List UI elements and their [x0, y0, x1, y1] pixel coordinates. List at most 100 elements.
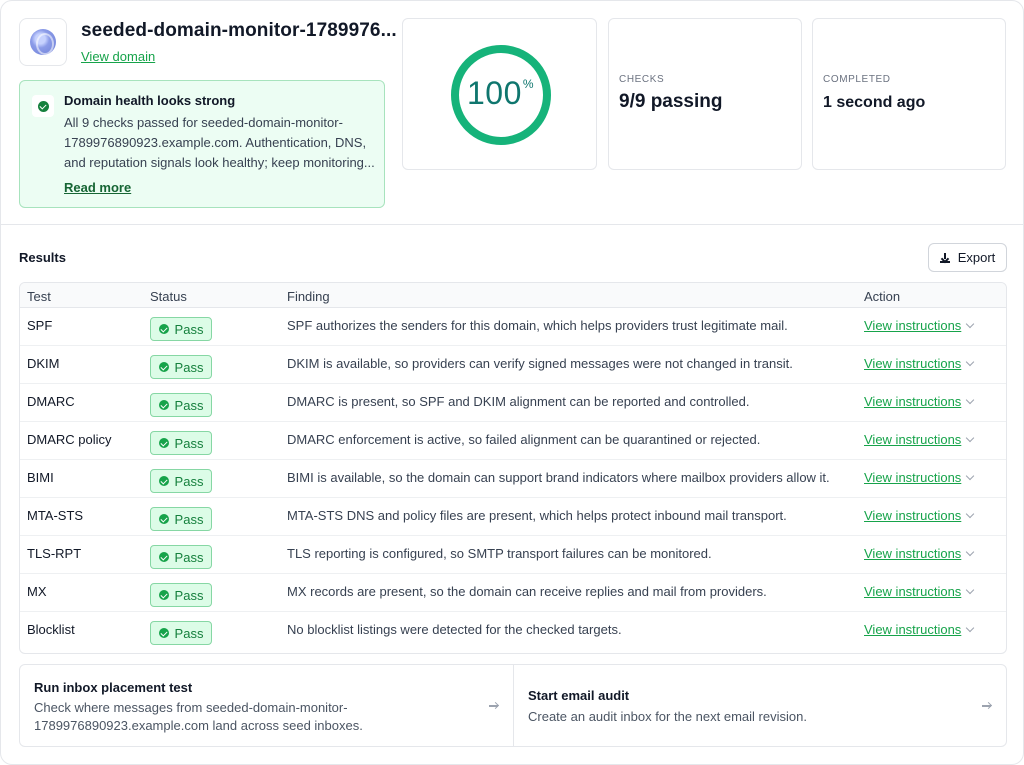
check-circle-icon [158, 362, 169, 372]
score-value: 100% [466, 75, 535, 111]
health-icon-box [32, 95, 54, 117]
export-label: Export [957, 250, 996, 265]
chevron-down-icon[interactable] [965, 357, 975, 367]
column-status: Status [150, 289, 187, 304]
view-instructions-link[interactable]: View instructions [864, 546, 961, 561]
finding-text: DKIM is available, so providers can veri… [287, 356, 793, 371]
inbox-placement-title: Run inbox placement test [34, 680, 193, 695]
email-audit-text: Create an audit inbox for the next email… [528, 709, 807, 724]
table-row: MX Pass MX records are present, so the d… [20, 574, 1006, 612]
check-circle-icon [158, 628, 169, 638]
status-badge: Pass [150, 317, 212, 341]
finding-text: MTA-STS DNS and policy files are present… [287, 508, 787, 523]
test-name: Blocklist [27, 622, 75, 637]
test-name: MTA-STS [27, 508, 84, 523]
inbox-placement-text: Check where messages from seeded-domain-… [34, 700, 363, 733]
status-badge: Pass [150, 621, 212, 645]
test-name: MX [27, 584, 47, 599]
check-circle-icon [158, 438, 169, 448]
table-header: Test Status Finding Action [20, 283, 1006, 308]
chevron-down-icon[interactable] [965, 471, 975, 481]
next-actions: Run inbox placement test Check where mes… [19, 664, 1007, 747]
chevron-down-icon[interactable] [965, 623, 975, 633]
chevron-down-icon[interactable] [965, 509, 975, 519]
check-circle-icon [158, 400, 169, 410]
status-badge: Pass [150, 393, 212, 417]
checks-card: CHECKS 9/9 passing [608, 18, 802, 170]
view-instructions-link[interactable]: View instructions [864, 584, 961, 599]
table-row: DMARC Pass DMARC is present, so SPF and … [20, 384, 1006, 422]
view-instructions-link[interactable]: View instructions [864, 508, 961, 523]
test-name: TLS-RPT [27, 546, 82, 561]
domain-title: seeded-domain-monitor-1789976... [81, 20, 397, 41]
table-row: SPF Pass SPF authorizes the senders for … [20, 308, 1006, 346]
status-badge: Pass [150, 355, 212, 379]
score-card: 100% [402, 18, 597, 170]
status-badge: Pass [150, 469, 212, 493]
test-name: DMARC policy [27, 432, 112, 447]
completed-label: COMPLETED [823, 74, 891, 85]
chevron-down-icon[interactable] [965, 547, 975, 557]
test-name: BIMI [27, 470, 54, 485]
finding-text: DMARC enforcement is active, so failed a… [287, 432, 761, 447]
view-instructions-link[interactable]: View instructions [864, 318, 961, 333]
column-action: Action [864, 289, 901, 304]
health-text: All 9 checks passed for seeded-domain-mo… [64, 115, 375, 170]
column-finding: Finding [287, 289, 330, 304]
view-instructions-link[interactable]: View instructions [864, 622, 961, 637]
summary-section: seeded-domain-monitor-1789976... View do… [1, 1, 1023, 225]
completed-card: COMPLETED 1 second ago [812, 18, 1006, 170]
inbox-placement-card[interactable]: Run inbox placement test Check where mes… [20, 665, 514, 746]
chevron-down-icon[interactable] [965, 585, 975, 595]
arrow-right-icon [982, 702, 992, 710]
table-row: DMARC policy Pass DMARC enforcement is a… [20, 422, 1006, 460]
checks-value: 9/9 passing [619, 91, 723, 112]
results-table: Test Status Finding Action SPF Pass SPF … [19, 282, 1007, 654]
test-name: DKIM [27, 356, 60, 371]
table-row: BIMI Pass BIMI is available, so the doma… [20, 460, 1006, 498]
check-circle-icon [158, 324, 169, 334]
results-title: Results [19, 250, 66, 265]
email-audit-card[interactable]: Start email audit Create an audit inbox … [514, 665, 1006, 746]
chevron-down-icon[interactable] [965, 319, 975, 329]
view-domain-link[interactable]: View domain [81, 49, 155, 64]
check-circle-icon [158, 514, 169, 524]
finding-text: TLS reporting is configured, so SMTP tra… [287, 546, 712, 561]
status-badge: Pass [150, 431, 212, 455]
test-name: SPF [27, 318, 53, 333]
column-test: Test [27, 289, 51, 304]
finding-text: SPF authorizes the senders for this doma… [287, 318, 788, 333]
completed-value: 1 second ago [823, 94, 926, 111]
table-row: TLS-RPT Pass TLS reporting is configured… [20, 536, 1006, 574]
finding-text: No blocklist listings were detected for … [287, 622, 622, 637]
check-circle-icon [158, 552, 169, 562]
test-name: DMARC [27, 394, 75, 409]
view-instructions-link[interactable]: View instructions [864, 394, 961, 409]
table-row: Blocklist Pass No blocklist listings wer… [20, 612, 1006, 650]
view-instructions-link[interactable]: View instructions [864, 470, 961, 485]
status-badge: Pass [150, 507, 212, 531]
globe-icon [30, 29, 56, 55]
health-title: Domain health looks strong [64, 93, 236, 108]
download-icon [939, 252, 950, 263]
table-row: DKIM Pass DKIM is available, so provider… [20, 346, 1006, 384]
finding-text: MX records are present, so the domain ca… [287, 584, 767, 599]
arrow-right-icon [489, 702, 499, 710]
view-instructions-link[interactable]: View instructions [864, 356, 961, 371]
chevron-down-icon[interactable] [965, 395, 975, 405]
read-more-link[interactable]: Read more [64, 180, 131, 195]
table-row: MTA-STS Pass MTA-STS DNS and policy file… [20, 498, 1006, 536]
email-audit-title: Start email audit [528, 688, 630, 703]
export-button[interactable]: Export [928, 243, 1007, 272]
check-circle-icon [158, 590, 169, 600]
checks-label: CHECKS [619, 74, 665, 85]
status-badge: Pass [150, 583, 212, 607]
finding-text: DMARC is present, so SPF and DKIM alignm… [287, 394, 750, 409]
check-circle-icon [158, 476, 169, 486]
check-circle-icon [37, 100, 49, 112]
domain-logo [19, 18, 67, 66]
view-instructions-link[interactable]: View instructions [864, 432, 961, 447]
chevron-down-icon[interactable] [965, 433, 975, 443]
status-badge: Pass [150, 545, 212, 569]
finding-text: BIMI is available, so the domain can sup… [287, 470, 830, 485]
